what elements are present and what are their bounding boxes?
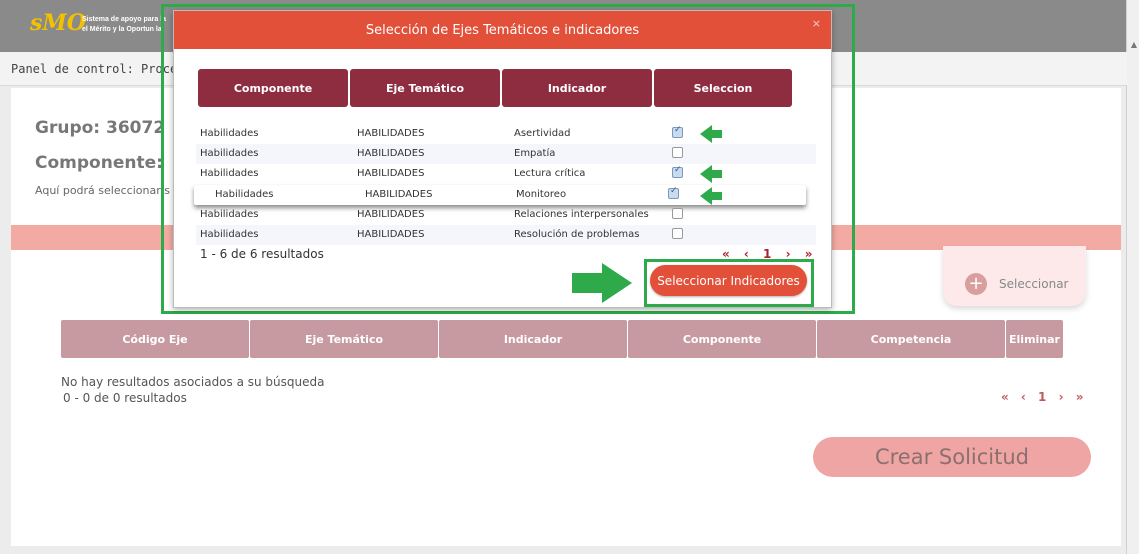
componente-title: Componente: xyxy=(35,153,163,173)
col-eliminar: Eliminar xyxy=(1006,320,1063,358)
modal-header: Selección de Ejes Temáticos e indicadore… xyxy=(174,11,831,49)
row-checkbox[interactable] xyxy=(672,228,683,239)
row-checkbox[interactable] xyxy=(672,165,683,178)
annotation-big-arrow-icon xyxy=(572,263,634,303)
modal-col-eje: Eje Temático xyxy=(350,69,500,107)
cell-componente: Habilidades xyxy=(215,189,274,200)
row-checkbox[interactable] xyxy=(672,208,683,219)
cell-componente: Habilidades xyxy=(200,168,259,179)
seleccionar-indicadores-button[interactable]: Seleccionar Indicadores xyxy=(650,265,807,296)
row-checkbox[interactable] xyxy=(668,186,679,199)
col-codigo-eje: Código Eje xyxy=(61,320,249,358)
col-eje-tematico: Eje Temático xyxy=(250,320,438,358)
cell-indicador: Resolución de problemas xyxy=(514,229,640,240)
cell-indicador: Lectura crítica xyxy=(514,168,586,179)
plus-icon: + xyxy=(965,273,987,295)
arrow-shaft xyxy=(572,273,604,293)
cell-indicador: Relaciones interpersonales xyxy=(514,209,649,220)
cell-eje: HABILIDADES xyxy=(357,148,425,159)
logo-line-1: Sistema de apoyo para la xyxy=(82,16,167,23)
cell-componente: Habilidades xyxy=(200,148,259,159)
seleccionar-label: Seleccionar xyxy=(999,277,1069,291)
cell-indicador: Asertividad xyxy=(514,128,571,139)
page-scrollbar[interactable]: ▲ xyxy=(1126,0,1139,554)
cell-componente: Habilidades xyxy=(200,128,259,139)
cell-eje: HABILIDADES xyxy=(357,168,425,179)
annotation-arrow-icon xyxy=(700,187,722,205)
no-results-message: No hay resultados asociados a su búsqued… xyxy=(61,375,325,389)
row-checkbox[interactable] xyxy=(672,125,683,138)
scroll-up-arrow-icon[interactable]: ▲ xyxy=(1131,40,1137,49)
annotation-arrow-icon xyxy=(700,165,722,183)
crear-solicitud-button[interactable]: Crear Solicitud xyxy=(813,437,1091,477)
arrow-head xyxy=(602,263,632,303)
cell-eje: HABILIDADES xyxy=(357,128,425,139)
help-text: Aquí podrá seleccionar s xyxy=(35,184,170,197)
cell-eje: HABILIDADES xyxy=(357,209,425,220)
table-row: Habilidades HABILIDADES Resolución de pr… xyxy=(196,225,816,245)
cell-componente: Habilidades xyxy=(200,229,259,240)
col-componente: Componente xyxy=(628,320,816,358)
cell-indicador: Empatía xyxy=(514,148,556,159)
cell-componente: Habilidades xyxy=(200,209,259,220)
modal-title: Selección de Ejes Temáticos e indicadore… xyxy=(365,22,640,38)
col-indicador: Indicador xyxy=(439,320,627,358)
annotation-arrow-icon xyxy=(700,125,722,143)
logo-line-2: el Mérito y la Oportun la xyxy=(82,26,162,33)
col-competencia: Competencia xyxy=(817,320,1005,358)
seleccionar-button[interactable]: + Seleccionar xyxy=(943,246,1086,306)
table-pager[interactable]: « ‹ 1 › » xyxy=(1001,390,1087,404)
modal-col-seleccion: Seleccion xyxy=(654,69,792,107)
table-row: Habilidades HABILIDADES Lectura crítica xyxy=(196,164,816,184)
modal-table-header: Componente Eje Temático Indicador Selecc… xyxy=(198,69,794,107)
row-checkbox[interactable] xyxy=(672,147,683,158)
cell-indicador: Monitoreo xyxy=(516,189,567,200)
app-logo[interactable]: sMO Sistema de apoyo para la el Mérito y… xyxy=(6,6,186,46)
cell-eje: HABILIDADES xyxy=(357,229,425,240)
table-row: Habilidades HABILIDADES Asertividad xyxy=(196,124,816,144)
table-row: Habilidades HABILIDADES Empatía xyxy=(196,144,816,164)
modal-col-indicador: Indicador xyxy=(502,69,652,107)
grupo-title: Grupo: 36072 xyxy=(35,118,166,138)
selected-table-header: Código Eje Eje Temático Indicador Compon… xyxy=(61,320,1064,358)
modal-col-componente: Componente xyxy=(198,69,348,107)
logo-tagline: Sistema de apoyo para la el Mérito y la … xyxy=(82,15,166,35)
close-icon[interactable]: × xyxy=(812,17,821,30)
table-row: Habilidades HABILIDADES Relaciones inter… xyxy=(196,205,816,225)
results-count: 0 - 0 de 0 resultados xyxy=(63,391,187,405)
cell-eje: HABILIDADES xyxy=(365,189,433,200)
modal-results-count: 1 - 6 de 6 resultados xyxy=(200,247,324,261)
logo-mark: sMO xyxy=(30,10,86,36)
